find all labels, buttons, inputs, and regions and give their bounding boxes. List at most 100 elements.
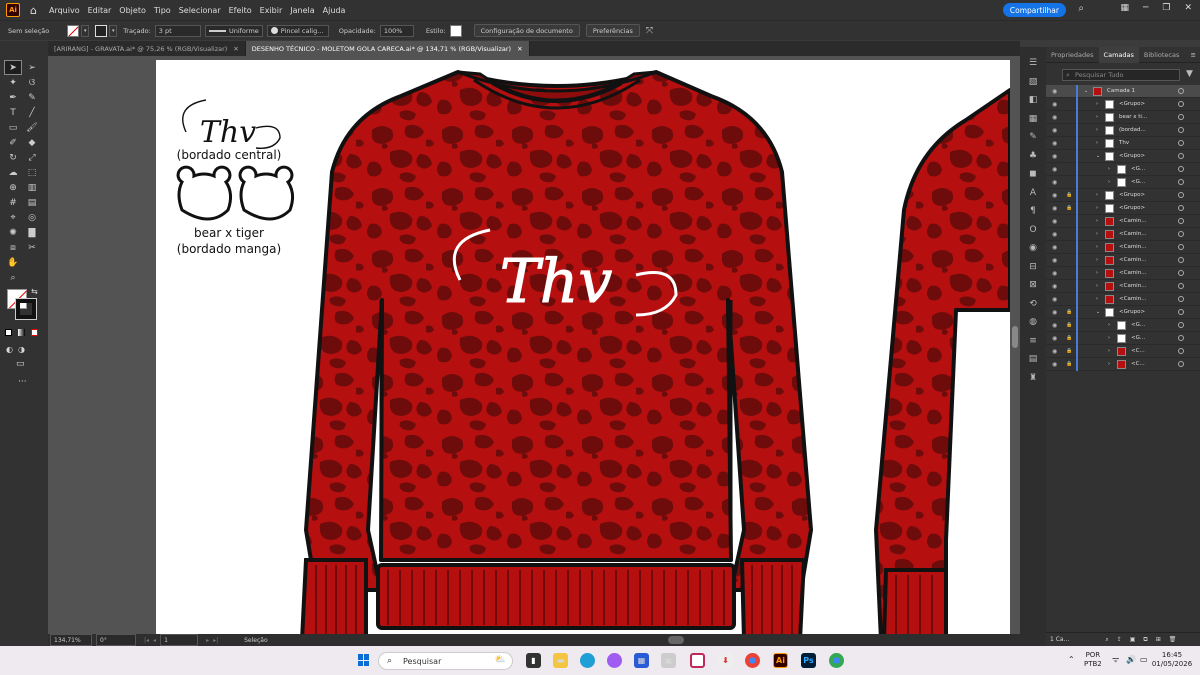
- color-icon[interactable]: ◧: [1027, 94, 1039, 106]
- layer-row[interactable]: ◉ › (bordad...: [1046, 124, 1200, 137]
- maximize-icon[interactable]: ❐: [1162, 3, 1170, 13]
- visibility-eye-icon[interactable]: ◉: [1052, 348, 1057, 355]
- expand-chevron-icon[interactable]: ›: [1096, 205, 1098, 211]
- swatches-icon[interactable]: ▦: [1027, 113, 1039, 125]
- pathfinder-icon[interactable]: ⊠: [1027, 279, 1039, 291]
- arrange-icon[interactable]: ⤧: [646, 26, 653, 36]
- preferences-button[interactable]: Preferências: [585, 24, 640, 37]
- brush-definition[interactable]: Pincel calig...: [266, 24, 329, 37]
- horizontal-scrollbar-thumb[interactable]: [668, 636, 684, 644]
- none-mode-icon[interactable]: [31, 329, 38, 336]
- battery-icon[interactable]: ▭: [1140, 655, 1148, 664]
- visibility-eye-icon[interactable]: ◉: [1052, 231, 1057, 238]
- target-circle-icon[interactable]: [1178, 114, 1184, 120]
- more-tools-icon[interactable]: ···: [18, 377, 27, 387]
- layer-row[interactable]: ◉ › <Camin...: [1046, 215, 1200, 228]
- expand-chevron-icon[interactable]: ›: [1108, 335, 1110, 341]
- selection-tool-icon[interactable]: ➤: [4, 60, 22, 75]
- symbol-sprayer-tool-icon[interactable]: ✺: [5, 226, 21, 239]
- layer-row[interactable]: ◉ › <Camin...: [1046, 241, 1200, 254]
- visibility-eye-icon[interactable]: ◉: [1052, 296, 1057, 303]
- layer-row[interactable]: ◉ › <Camin...: [1046, 254, 1200, 267]
- expand-chevron-icon[interactable]: ›: [1108, 361, 1110, 367]
- shaper-tool-icon[interactable]: ✐: [5, 136, 21, 149]
- layer-row[interactable]: ◉ › <Camin...: [1046, 228, 1200, 241]
- layer-row[interactable]: ◉ 🔒 › <C...: [1046, 345, 1200, 358]
- pen-tool-icon[interactable]: ✒: [5, 91, 21, 104]
- artboard[interactable]: Thv Thv (bordado central) bear x tiger (…: [156, 60, 1010, 634]
- chrome-icon[interactable]: [745, 653, 760, 668]
- visibility-eye-icon[interactable]: ◉: [1052, 283, 1057, 290]
- document-tab[interactable]: [ARIRANG] - GRAVATA.ai* @ 75,26 % (RGB/V…: [48, 41, 246, 56]
- curvature-tool-icon[interactable]: ✎: [24, 91, 40, 104]
- layer-row[interactable]: ◉ › <G...: [1046, 176, 1200, 189]
- expand-chevron-icon[interactable]: ›: [1096, 114, 1098, 120]
- lock-icon[interactable]: 🔒: [1066, 361, 1072, 367]
- layer-row[interactable]: ◉ › <Camin...: [1046, 267, 1200, 280]
- last-artboard-icon[interactable]: ▸|: [213, 637, 218, 644]
- tray-overflow-icon[interactable]: ⌃: [1068, 655, 1075, 664]
- column-graph-tool-icon[interactable]: ▇: [24, 226, 40, 239]
- target-circle-icon[interactable]: [1178, 166, 1184, 172]
- layer-row[interactable]: ◉ 🔒 › <Grupo>: [1046, 202, 1200, 215]
- minimize-icon[interactable]: ─: [1143, 3, 1148, 13]
- filter-icon[interactable]: ▼: [1186, 69, 1193, 79]
- visibility-eye-icon[interactable]: ◉: [1052, 322, 1057, 329]
- visibility-eye-icon[interactable]: ◉: [1052, 127, 1057, 134]
- file-explorer-icon[interactable]: ▬: [553, 653, 568, 668]
- target-circle-icon[interactable]: [1178, 244, 1184, 250]
- lasso-tool-icon[interactable]: ଓ: [24, 76, 40, 89]
- visibility-eye-icon[interactable]: ◉: [1052, 192, 1057, 199]
- paintbrush-tool-icon[interactable]: 🖌: [24, 121, 40, 134]
- layer-row[interactable]: ◉ 🔒 › <C...: [1046, 358, 1200, 371]
- layer-row[interactable]: ◉ 🔒 ⌄ <Grupo>: [1046, 306, 1200, 319]
- vertical-scrollbar-thumb[interactable]: [1012, 326, 1018, 348]
- layer-row[interactable]: ◉ › <Camin...: [1046, 293, 1200, 306]
- opacity-field[interactable]: 100%: [379, 24, 414, 37]
- expand-chevron-icon[interactable]: ›: [1096, 101, 1098, 107]
- stroke-color-box[interactable]: [15, 298, 37, 320]
- expand-chevron-icon[interactable]: ›: [1096, 283, 1098, 289]
- clock[interactable]: 16:45 01/05/2026: [1150, 651, 1194, 669]
- trash-icon[interactable]: 🗑: [1169, 636, 1177, 643]
- visibility-eye-icon[interactable]: ◉: [1052, 218, 1057, 225]
- visibility-eye-icon[interactable]: ◉: [1052, 361, 1057, 368]
- draw-behind-icon[interactable]: ◑: [18, 345, 25, 354]
- layer-row[interactable]: ◉ › bear x ti...: [1046, 111, 1200, 124]
- brushes-icon[interactable]: ✎: [1027, 131, 1039, 143]
- share-button[interactable]: Compartilhar: [1002, 3, 1066, 17]
- layer-row[interactable]: ◉ ⌄ Camada 1: [1046, 85, 1200, 98]
- scale-tool-icon[interactable]: ⤢: [24, 151, 40, 164]
- locate-object-icon[interactable]: ⌕: [1105, 636, 1108, 644]
- layers-search-input[interactable]: ⌕ Pesquisar Tudo: [1062, 69, 1180, 81]
- first-artboard-icon[interactable]: |◂: [144, 637, 149, 644]
- visibility-eye-icon[interactable]: ◉: [1052, 140, 1057, 147]
- visibility-eye-icon[interactable]: ◉: [1052, 309, 1057, 316]
- target-circle-icon[interactable]: [1178, 270, 1184, 276]
- shape-builder-tool-icon[interactable]: ⊕: [5, 181, 21, 194]
- properties-icon[interactable]: ☰: [1027, 57, 1039, 69]
- gradient-panel-icon[interactable]: ▤: [1027, 353, 1039, 365]
- visibility-eye-icon[interactable]: ◉: [1052, 244, 1057, 251]
- previous-artboard-icon[interactable]: ◂: [153, 637, 156, 644]
- color-mode-icon[interactable]: [5, 329, 12, 336]
- gradient-tool-icon[interactable]: ▤: [24, 196, 40, 209]
- canvas-area[interactable]: Thv Thv (bordado central) bear x tiger (…: [48, 56, 1020, 634]
- illustrator-taskbar-icon[interactable]: Ai: [773, 653, 788, 668]
- lock-icon[interactable]: 🔒: [1066, 322, 1072, 328]
- layer-row[interactable]: ◉ 🔒 › <G...: [1046, 332, 1200, 345]
- clipping-mask-icon[interactable]: ▣: [1130, 636, 1136, 643]
- visibility-eye-icon[interactable]: ◉: [1052, 270, 1057, 277]
- document-tab[interactable]: DESENHO TÉCNICO - MOLETOM GOLA CARECA.ai…: [245, 41, 530, 56]
- mesh-tool-icon[interactable]: #: [5, 196, 21, 209]
- downloads-icon[interactable]: ⬇: [718, 653, 733, 668]
- visibility-eye-icon[interactable]: ◉: [1052, 88, 1057, 95]
- transform-icon[interactable]: ⟲: [1027, 298, 1039, 310]
- direct-selection-tool-icon[interactable]: ➢: [24, 61, 40, 74]
- close-tab-icon[interactable]: ✕: [517, 45, 522, 53]
- stroke-icon[interactable]: ≡: [1027, 335, 1039, 347]
- search-icon[interactable]: ⌕: [1078, 3, 1084, 14]
- layer-row[interactable]: ◉ 🔒 › <Grupo>: [1046, 189, 1200, 202]
- visibility-eye-icon[interactable]: ◉: [1052, 166, 1057, 173]
- lock-icon[interactable]: 🔒: [1066, 348, 1072, 354]
